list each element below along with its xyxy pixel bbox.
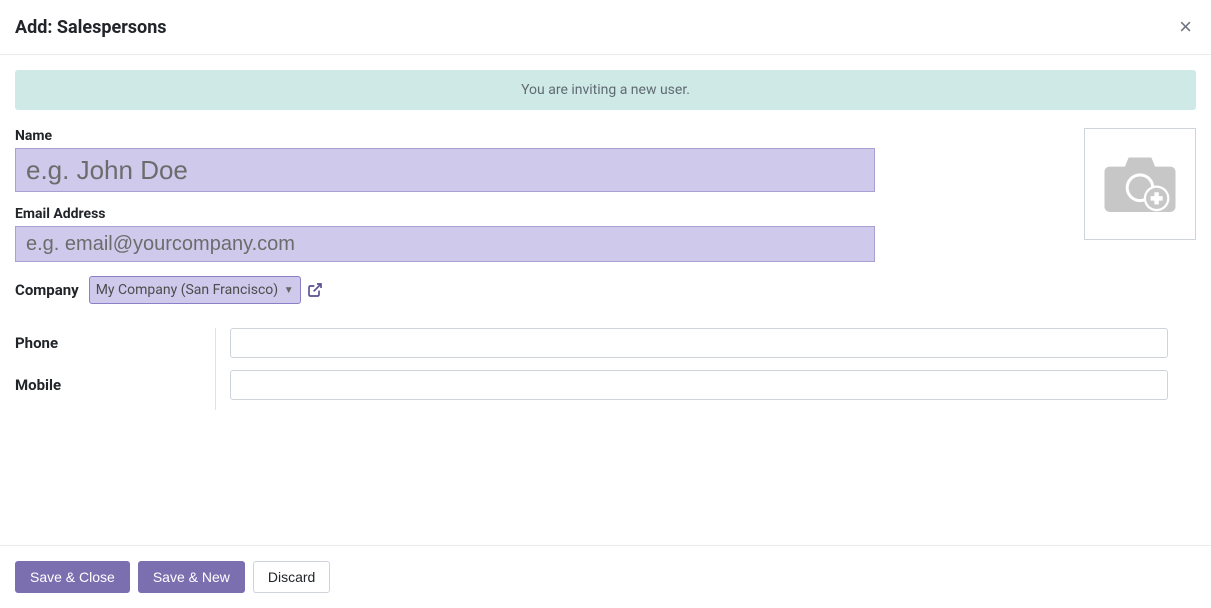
company-select-value: My Company (San Francisco): [96, 282, 278, 298]
modal-title: Add: Salespersons: [15, 17, 167, 38]
close-icon: ×: [1179, 14, 1192, 39]
modal-header: Add: Salespersons ×: [0, 0, 1211, 55]
modal-body: You are inviting a new user. Name Email …: [0, 55, 1211, 427]
avatar-upload[interactable]: [1084, 128, 1196, 240]
company-select-wrap: My Company (San Francisco) ▼: [89, 276, 323, 304]
external-link-button[interactable]: [307, 282, 323, 298]
company-label: Company: [15, 281, 79, 299]
divider: [215, 328, 216, 410]
name-field-block: Name: [15, 128, 1064, 192]
save-close-button[interactable]: Save & Close: [15, 561, 130, 593]
company-row: Company My Company (San Francisco) ▼: [15, 276, 1064, 304]
phone-input[interactable]: [230, 328, 1168, 358]
phone-label: Phone: [15, 334, 215, 352]
mobile-row: Mobile: [15, 370, 1196, 400]
form-top: Name Email Address Company My Company (S…: [15, 128, 1196, 304]
modal-footer: Save & Close Save & New Discard: [0, 545, 1211, 608]
contact-section: Phone Mobile: [15, 328, 1196, 400]
email-input[interactable]: [15, 226, 875, 262]
name-input[interactable]: [15, 148, 875, 192]
close-button[interactable]: ×: [1175, 16, 1196, 38]
discard-button[interactable]: Discard: [253, 561, 330, 593]
email-label: Email Address: [15, 206, 1064, 222]
phone-row: Phone: [15, 328, 1196, 358]
phone-section: Phone Mobile: [15, 328, 1196, 400]
mobile-input[interactable]: [230, 370, 1168, 400]
info-banner: You are inviting a new user.: [15, 70, 1196, 110]
company-select[interactable]: My Company (San Francisco) ▼: [89, 276, 301, 304]
name-label: Name: [15, 128, 1064, 144]
mobile-label: Mobile: [15, 376, 215, 394]
chevron-down-icon: ▼: [284, 285, 294, 296]
email-field-block: Email Address: [15, 206, 1064, 262]
external-link-icon: [307, 282, 323, 298]
form-left: Name Email Address Company My Company (S…: [15, 128, 1064, 304]
camera-add-icon: [1101, 150, 1179, 218]
save-new-button[interactable]: Save & New: [138, 561, 245, 593]
